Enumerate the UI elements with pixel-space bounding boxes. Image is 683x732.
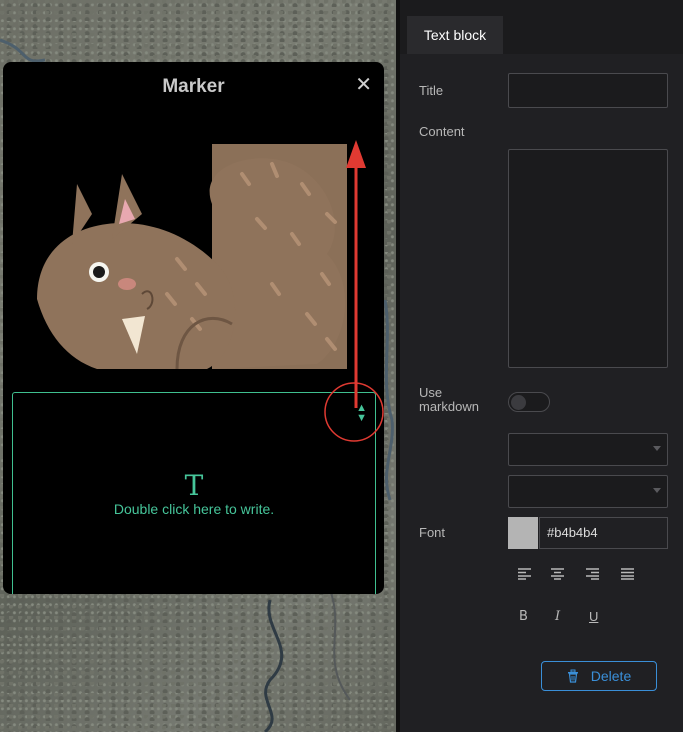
marker-popup: Marker ✕ ▲ ▼ T Double click here to write… [3, 62, 384, 594]
align-right-icon[interactable] [586, 568, 600, 580]
underline-icon[interactable]: U [589, 609, 598, 624]
tab-text-block[interactable]: Text block [407, 16, 503, 54]
properties-panel: Text block Title Content Use markdown Fo… [400, 0, 683, 732]
resize-handle-icon[interactable]: ▲ ▼ [356, 403, 367, 424]
chevron-down-icon [653, 446, 661, 451]
squirrel-image [37, 144, 347, 369]
align-justify-icon[interactable] [621, 568, 635, 580]
markdown-label-line2: markdown [419, 399, 479, 414]
chevron-down-icon [653, 488, 661, 493]
delete-label: Delete [590, 668, 632, 684]
title-label: Title [419, 83, 444, 98]
text-icon: T [184, 469, 204, 502]
font-color-input[interactable]: #b4b4b4 [539, 517, 668, 549]
text-block-hint: Double click here to write. [113, 501, 275, 517]
font-family-select[interactable] [508, 433, 668, 466]
text-block[interactable]: ▲ ▼ T Double click here to write. [12, 392, 376, 594]
panel-tabs: Text block [400, 16, 683, 54]
font-label: Font [419, 525, 446, 540]
content-textarea[interactable] [508, 149, 668, 368]
content-label: Content [419, 124, 465, 139]
close-icon[interactable]: ✕ [355, 72, 372, 97]
title-input[interactable] [508, 73, 668, 108]
align-left-icon[interactable] [518, 568, 532, 580]
markdown-label-line1: Use [419, 385, 443, 400]
align-center-icon[interactable] [551, 568, 565, 580]
trash-icon [567, 669, 578, 683]
markdown-toggle[interactable] [508, 392, 550, 412]
popup-title: Marker [162, 76, 225, 97]
font-color-swatch[interactable] [508, 517, 538, 549]
markdown-label: Use markdown [419, 386, 479, 414]
delete-button[interactable]: Delete [541, 661, 657, 691]
bold-icon[interactable]: B [519, 609, 528, 624]
font-size-select[interactable] [508, 475, 668, 508]
italic-icon[interactable]: I [555, 609, 560, 624]
